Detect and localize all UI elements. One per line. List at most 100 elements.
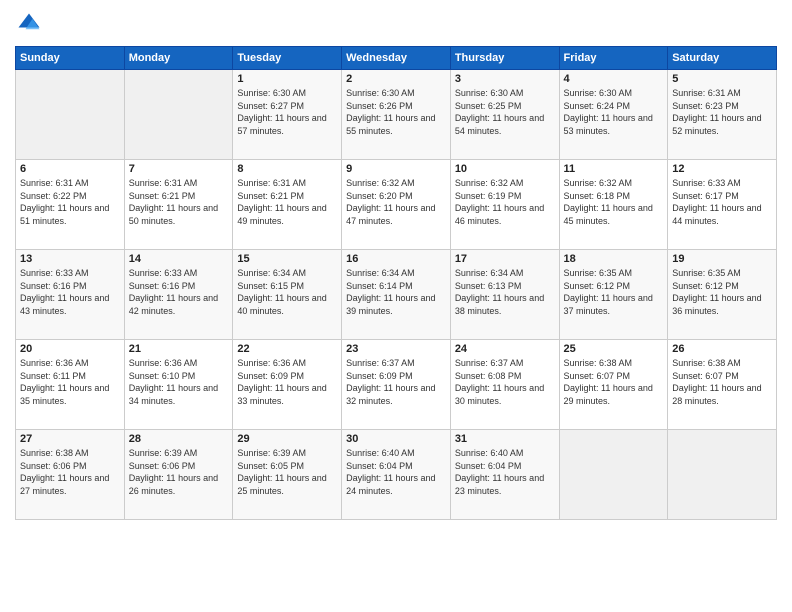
col-thursday: Thursday <box>450 47 559 70</box>
day-number: 19 <box>672 253 772 265</box>
calendar-cell: 6 Sunrise: 6:31 AM Sunset: 6:22 PM Dayli… <box>16 160 125 250</box>
calendar-cell: 8 Sunrise: 6:31 AM Sunset: 6:21 PM Dayli… <box>233 160 342 250</box>
sunset-text: Sunset: 6:12 PM <box>672 281 739 291</box>
sunset-text: Sunset: 6:20 PM <box>346 191 413 201</box>
daylight-text: Daylight: 11 hours and 27 minutes. <box>20 473 109 496</box>
logo-icon <box>15 10 43 38</box>
header <box>15 10 777 38</box>
sunset-text: Sunset: 6:23 PM <box>672 101 739 111</box>
calendar-week-5: 27 Sunrise: 6:38 AM Sunset: 6:06 PM Dayl… <box>16 430 777 520</box>
daylight-text: Daylight: 11 hours and 25 minutes. <box>237 473 326 496</box>
calendar-cell: 31 Sunrise: 6:40 AM Sunset: 6:04 PM Dayl… <box>450 430 559 520</box>
sunset-text: Sunset: 6:15 PM <box>237 281 304 291</box>
day-info: Sunrise: 6:30 AM Sunset: 6:26 PM Dayligh… <box>346 87 446 137</box>
daylight-text: Daylight: 11 hours and 35 minutes. <box>20 383 109 406</box>
sunrise-text: Sunrise: 6:37 AM <box>346 358 415 368</box>
calendar-cell: 19 Sunrise: 6:35 AM Sunset: 6:12 PM Dayl… <box>668 250 777 340</box>
calendar-cell: 22 Sunrise: 6:36 AM Sunset: 6:09 PM Dayl… <box>233 340 342 430</box>
calendar-cell: 2 Sunrise: 6:30 AM Sunset: 6:26 PM Dayli… <box>342 70 451 160</box>
calendar-cell: 29 Sunrise: 6:39 AM Sunset: 6:05 PM Dayl… <box>233 430 342 520</box>
calendar-cell: 9 Sunrise: 6:32 AM Sunset: 6:20 PM Dayli… <box>342 160 451 250</box>
col-friday: Friday <box>559 47 668 70</box>
day-info: Sunrise: 6:31 AM Sunset: 6:21 PM Dayligh… <box>237 177 337 227</box>
calendar-cell: 13 Sunrise: 6:33 AM Sunset: 6:16 PM Dayl… <box>16 250 125 340</box>
col-monday: Monday <box>124 47 233 70</box>
day-info: Sunrise: 6:40 AM Sunset: 6:04 PM Dayligh… <box>455 447 555 497</box>
calendar-cell: 25 Sunrise: 6:38 AM Sunset: 6:07 PM Dayl… <box>559 340 668 430</box>
calendar-cell <box>16 70 125 160</box>
sunset-text: Sunset: 6:21 PM <box>129 191 196 201</box>
calendar-cell: 24 Sunrise: 6:37 AM Sunset: 6:08 PM Dayl… <box>450 340 559 430</box>
sunrise-text: Sunrise: 6:37 AM <box>455 358 524 368</box>
daylight-text: Daylight: 11 hours and 29 minutes. <box>564 383 653 406</box>
daylight-text: Daylight: 11 hours and 26 minutes. <box>129 473 218 496</box>
sunrise-text: Sunrise: 6:35 AM <box>672 268 741 278</box>
sunrise-text: Sunrise: 6:36 AM <box>237 358 306 368</box>
calendar-week-2: 6 Sunrise: 6:31 AM Sunset: 6:22 PM Dayli… <box>16 160 777 250</box>
daylight-text: Daylight: 11 hours and 47 minutes. <box>346 203 435 226</box>
sunset-text: Sunset: 6:14 PM <box>346 281 413 291</box>
daylight-text: Daylight: 11 hours and 39 minutes. <box>346 293 435 316</box>
day-number: 5 <box>672 73 772 85</box>
sunset-text: Sunset: 6:05 PM <box>237 461 304 471</box>
daylight-text: Daylight: 11 hours and 46 minutes. <box>455 203 544 226</box>
sunrise-text: Sunrise: 6:40 AM <box>455 448 524 458</box>
day-info: Sunrise: 6:40 AM Sunset: 6:04 PM Dayligh… <box>346 447 446 497</box>
sunset-text: Sunset: 6:13 PM <box>455 281 522 291</box>
sunset-text: Sunset: 6:25 PM <box>455 101 522 111</box>
sunset-text: Sunset: 6:07 PM <box>564 371 631 381</box>
daylight-text: Daylight: 11 hours and 30 minutes. <box>455 383 544 406</box>
daylight-text: Daylight: 11 hours and 45 minutes. <box>564 203 653 226</box>
sunrise-text: Sunrise: 6:34 AM <box>346 268 415 278</box>
sunrise-text: Sunrise: 6:33 AM <box>20 268 89 278</box>
day-info: Sunrise: 6:34 AM Sunset: 6:15 PM Dayligh… <box>237 267 337 317</box>
col-tuesday: Tuesday <box>233 47 342 70</box>
daylight-text: Daylight: 11 hours and 33 minutes. <box>237 383 326 406</box>
day-info: Sunrise: 6:34 AM Sunset: 6:14 PM Dayligh… <box>346 267 446 317</box>
day-number: 7 <box>129 163 229 175</box>
sunset-text: Sunset: 6:26 PM <box>346 101 413 111</box>
daylight-text: Daylight: 11 hours and 38 minutes. <box>455 293 544 316</box>
calendar-page: Sunday Monday Tuesday Wednesday Thursday… <box>0 0 792 612</box>
day-number: 22 <box>237 343 337 355</box>
sunset-text: Sunset: 6:21 PM <box>237 191 304 201</box>
calendar-cell: 26 Sunrise: 6:38 AM Sunset: 6:07 PM Dayl… <box>668 340 777 430</box>
calendar-week-3: 13 Sunrise: 6:33 AM Sunset: 6:16 PM Dayl… <box>16 250 777 340</box>
calendar-cell: 14 Sunrise: 6:33 AM Sunset: 6:16 PM Dayl… <box>124 250 233 340</box>
calendar-cell: 23 Sunrise: 6:37 AM Sunset: 6:09 PM Dayl… <box>342 340 451 430</box>
calendar-cell: 28 Sunrise: 6:39 AM Sunset: 6:06 PM Dayl… <box>124 430 233 520</box>
calendar-cell: 15 Sunrise: 6:34 AM Sunset: 6:15 PM Dayl… <box>233 250 342 340</box>
day-info: Sunrise: 6:31 AM Sunset: 6:23 PM Dayligh… <box>672 87 772 137</box>
sunset-text: Sunset: 6:16 PM <box>20 281 87 291</box>
daylight-text: Daylight: 11 hours and 34 minutes. <box>129 383 218 406</box>
sunset-text: Sunset: 6:16 PM <box>129 281 196 291</box>
day-info: Sunrise: 6:39 AM Sunset: 6:06 PM Dayligh… <box>129 447 229 497</box>
day-info: Sunrise: 6:38 AM Sunset: 6:07 PM Dayligh… <box>564 357 664 407</box>
day-number: 12 <box>672 163 772 175</box>
calendar-cell: 3 Sunrise: 6:30 AM Sunset: 6:25 PM Dayli… <box>450 70 559 160</box>
day-info: Sunrise: 6:39 AM Sunset: 6:05 PM Dayligh… <box>237 447 337 497</box>
sunrise-text: Sunrise: 6:30 AM <box>346 88 415 98</box>
logo <box>15 10 47 38</box>
day-info: Sunrise: 6:38 AM Sunset: 6:07 PM Dayligh… <box>672 357 772 407</box>
daylight-text: Daylight: 11 hours and 54 minutes. <box>455 113 544 136</box>
day-info: Sunrise: 6:35 AM Sunset: 6:12 PM Dayligh… <box>672 267 772 317</box>
day-number: 17 <box>455 253 555 265</box>
day-number: 15 <box>237 253 337 265</box>
calendar-cell: 12 Sunrise: 6:33 AM Sunset: 6:17 PM Dayl… <box>668 160 777 250</box>
calendar-week-4: 20 Sunrise: 6:36 AM Sunset: 6:11 PM Dayl… <box>16 340 777 430</box>
sunrise-text: Sunrise: 6:38 AM <box>20 448 89 458</box>
sunset-text: Sunset: 6:12 PM <box>564 281 631 291</box>
sunset-text: Sunset: 6:07 PM <box>672 371 739 381</box>
sunrise-text: Sunrise: 6:31 AM <box>20 178 89 188</box>
day-number: 3 <box>455 73 555 85</box>
daylight-text: Daylight: 11 hours and 50 minutes. <box>129 203 218 226</box>
daylight-text: Daylight: 11 hours and 55 minutes. <box>346 113 435 136</box>
daylight-text: Daylight: 11 hours and 24 minutes. <box>346 473 435 496</box>
daylight-text: Daylight: 11 hours and 57 minutes. <box>237 113 326 136</box>
sunrise-text: Sunrise: 6:36 AM <box>129 358 198 368</box>
day-info: Sunrise: 6:37 AM Sunset: 6:09 PM Dayligh… <box>346 357 446 407</box>
sunrise-text: Sunrise: 6:31 AM <box>237 178 306 188</box>
day-number: 8 <box>237 163 337 175</box>
day-number: 23 <box>346 343 446 355</box>
